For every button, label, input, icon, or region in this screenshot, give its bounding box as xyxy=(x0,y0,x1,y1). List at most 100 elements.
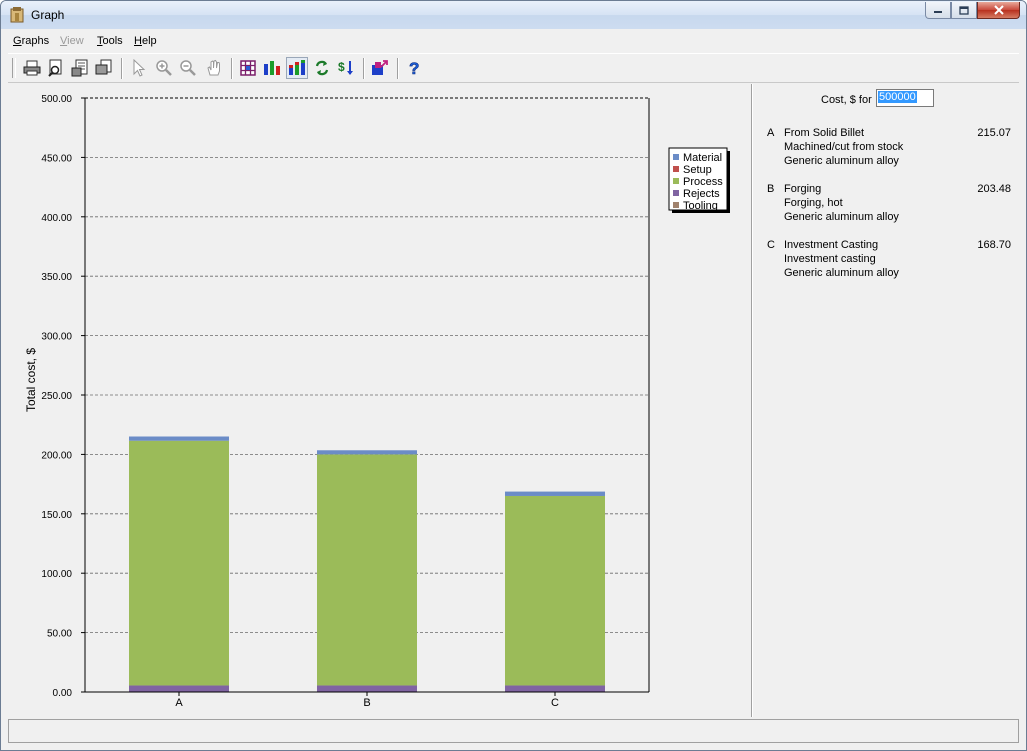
entry-process: Forging, hot xyxy=(784,197,843,209)
bar-segment-rejects-b[interactable] xyxy=(317,685,417,692)
toolbar-separator xyxy=(121,58,123,79)
minimize-button[interactable] xyxy=(925,2,951,19)
toolbar-separator xyxy=(231,58,233,79)
menu-graphs[interactable]: Graphs xyxy=(13,35,49,47)
legend-label-rejects: Rejects xyxy=(683,188,720,200)
close-button[interactable] xyxy=(977,2,1020,19)
grid-button[interactable] xyxy=(237,57,259,79)
export-icon xyxy=(372,60,388,75)
chart-pane: 0.00 50.00 100.00 150.00 200.00 250.00 300.00 3… xyxy=(8,84,751,717)
menu-view[interactable]: View xyxy=(60,35,84,47)
y-tick-label: 100.00 xyxy=(41,569,72,580)
legend-label-tooling: Tooling xyxy=(683,200,718,212)
y-tick-label: 250.00 xyxy=(41,391,72,402)
sort-icon: $ xyxy=(338,60,353,75)
y-tick-label: 400.00 xyxy=(41,213,72,224)
cost-label: Cost, $ for xyxy=(821,94,872,106)
batch-size-value: 500000 xyxy=(878,91,917,103)
batch-size-input[interactable]: 500000 xyxy=(876,89,934,107)
print-preview-button[interactable] xyxy=(45,57,67,79)
toolbar-grip[interactable] xyxy=(12,58,16,78)
x-tick-label: C xyxy=(551,697,559,709)
graph-window: Graph Graphs View Tools Help $ ? 0.00 50… xyxy=(0,0,1027,751)
pan-button[interactable] xyxy=(203,57,225,79)
maximize-button[interactable] xyxy=(951,2,977,19)
print-button[interactable] xyxy=(21,57,43,79)
zoom-in-icon xyxy=(156,60,172,76)
bar-chart-icon xyxy=(264,61,280,75)
entry-cost: 168.70 xyxy=(977,239,1011,251)
entry-material: Generic aluminum alloy xyxy=(784,211,899,223)
page-setup-button[interactable] xyxy=(69,57,91,79)
y-tick-label: 200.00 xyxy=(41,450,72,461)
stacked-bar-chart-button[interactable] xyxy=(286,57,308,79)
entry-process: Investment casting xyxy=(784,253,876,265)
bar-segment-rejects-a[interactable] xyxy=(129,685,229,692)
entry-letter: B xyxy=(767,183,775,195)
bar-segment-process-c[interactable] xyxy=(505,495,605,686)
print-preview-icon xyxy=(48,59,62,77)
refresh-button[interactable] xyxy=(311,57,333,79)
entry-cost: 203.48 xyxy=(977,183,1011,195)
window-controls xyxy=(925,2,1020,20)
bar-chart-button[interactable] xyxy=(261,57,283,79)
entry-name: Forging xyxy=(784,183,822,195)
pan-hand-icon xyxy=(207,59,220,76)
bar-segment-material-b[interactable] xyxy=(317,450,417,455)
select-button[interactable] xyxy=(128,57,150,79)
x-tick-label: B xyxy=(363,697,370,709)
bar-segment-rejects-c[interactable] xyxy=(505,685,605,692)
help-button[interactable]: ? xyxy=(403,57,425,79)
bar-segment-material-c[interactable] xyxy=(505,491,605,496)
entry-name: From Solid Billet xyxy=(784,127,865,139)
svg-text:$: $ xyxy=(338,60,345,74)
window-title: Graph xyxy=(31,8,65,22)
app-icon xyxy=(10,7,24,23)
zoom-out-button[interactable] xyxy=(177,57,199,79)
entry-material: Generic aluminum alloy xyxy=(784,267,899,279)
zoom-out-icon xyxy=(180,60,196,76)
legend-swatch-setup xyxy=(673,166,679,172)
bar-segment-process-a[interactable] xyxy=(129,440,229,686)
menu-help[interactable]: Help xyxy=(134,35,157,47)
stacked-bar-chart-icon xyxy=(289,60,305,75)
menu-bar: Graphs View Tools Help xyxy=(8,30,1019,52)
y-tick-label: 150.00 xyxy=(41,510,72,521)
print-icon xyxy=(23,60,41,76)
bar-segment-process-b[interactable] xyxy=(317,454,417,686)
toolbar: $ ? xyxy=(8,53,1019,83)
minimize-icon xyxy=(934,11,942,13)
y-axis-label: Total cost, $ xyxy=(24,348,38,412)
menu-tools[interactable]: Tools xyxy=(97,35,123,47)
bar-segment-material-a[interactable] xyxy=(129,436,229,441)
select-pointer-icon xyxy=(133,59,146,77)
y-tick-label: 500.00 xyxy=(41,94,72,105)
title-bar[interactable]: Graph xyxy=(1,1,1026,29)
maximize-icon xyxy=(959,5,969,15)
svg-text:?: ? xyxy=(409,59,419,77)
legend-swatch-material xyxy=(673,154,679,160)
toolbar-separator xyxy=(397,58,399,79)
y-tick-label: 450.00 xyxy=(41,153,72,164)
results-panel: Cost, $ for 500000 A From Solid Billet 2… xyxy=(753,84,1019,717)
stacked-bar-chart[interactable]: 0.00 50.00 100.00 150.00 200.00 250.00 300.00 3… xyxy=(8,84,751,717)
entry-letter: A xyxy=(767,127,775,139)
close-icon xyxy=(993,5,1004,15)
legend-swatch-tooling xyxy=(673,202,679,208)
legend-label-process: Process xyxy=(683,176,723,188)
copy-icon xyxy=(95,59,112,75)
y-tick-label: 0.00 xyxy=(53,688,73,699)
chart-legend: MaterialSetupProcessRejectsTooling xyxy=(668,147,730,213)
copy-button[interactable] xyxy=(93,57,115,79)
help-icon: ? xyxy=(409,59,420,77)
sort-button[interactable]: $ xyxy=(335,57,357,79)
export-button[interactable] xyxy=(369,57,391,79)
legend-swatch-rejects xyxy=(673,190,679,196)
legend-label-material: Material xyxy=(683,152,722,164)
toolbar-separator xyxy=(363,58,365,79)
zoom-in-button[interactable] xyxy=(153,57,175,79)
entry-name: Investment Casting xyxy=(784,239,879,251)
y-tick-label: 50.00 xyxy=(47,629,72,640)
page-setup-icon xyxy=(71,59,88,77)
entry-cost: 215.07 xyxy=(977,127,1011,139)
